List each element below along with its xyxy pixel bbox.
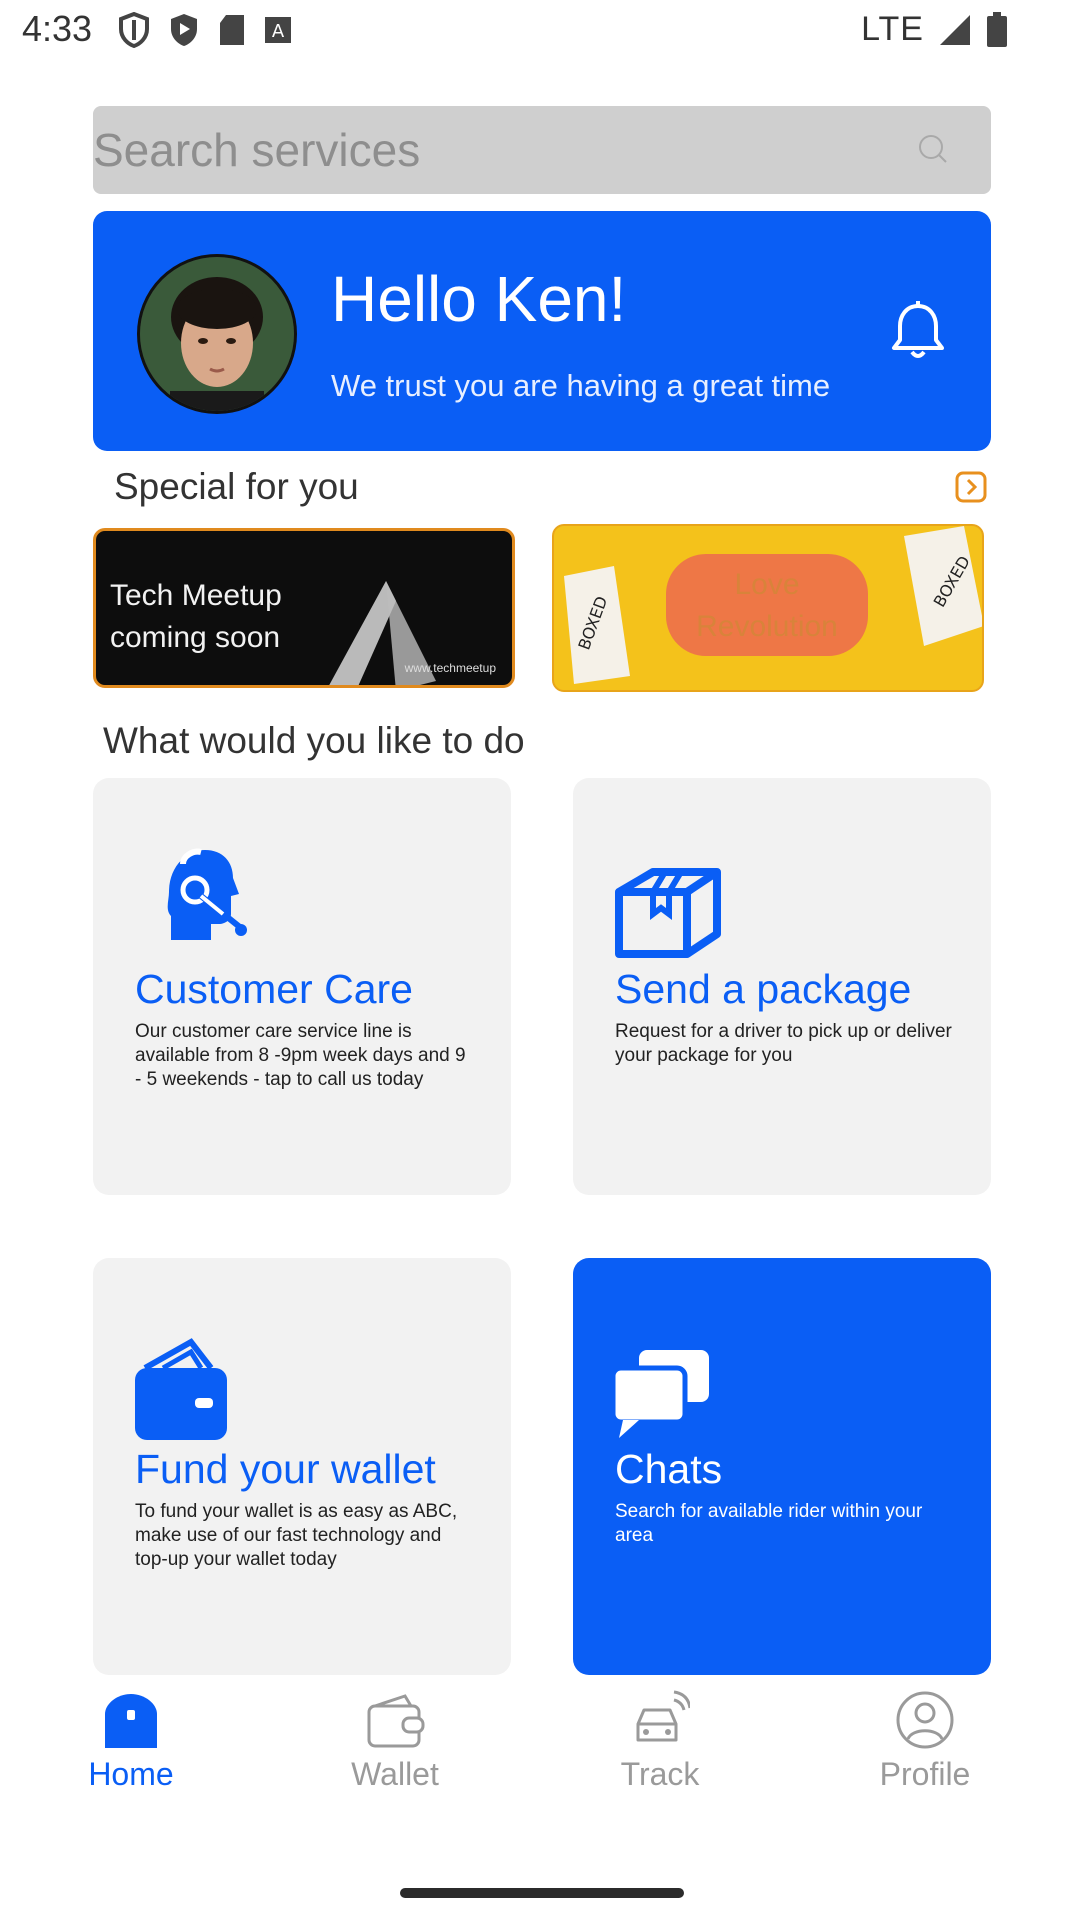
car-icon xyxy=(636,1690,690,1742)
signal-icon xyxy=(940,14,970,45)
home-indicator[interactable] xyxy=(400,1888,684,1898)
avatar[interactable] xyxy=(137,254,297,414)
nav-profile[interactable]: Profile xyxy=(825,1690,1025,1793)
play-shield-icon xyxy=(171,14,197,46)
send-package-description: Request for a driver to pick up or deliv… xyxy=(615,1021,952,1066)
fund-wallet-card[interactable]: Fund your wallet To fund your wallet is … xyxy=(93,1258,511,1675)
battery-icon xyxy=(987,11,1007,47)
send-package-card[interactable]: Send a package Request for a driver to p… xyxy=(573,778,991,1195)
chats-description: Search for available rider within your a… xyxy=(615,1501,923,1546)
chats-card[interactable]: Chats Search for available rider within … xyxy=(573,1258,991,1675)
profile-icon xyxy=(896,1691,954,1749)
nav-home-label: Home xyxy=(88,1756,174,1792)
promo-love-revolution-text: Love Revolution xyxy=(696,568,838,643)
fund-wallet-description: To fund your wallet is as easy as ABC, m… xyxy=(135,1501,458,1570)
nav-track[interactable]: Track xyxy=(560,1690,760,1793)
package-icon xyxy=(615,868,721,958)
keyboard-a-icon: A xyxy=(265,17,291,43)
chat-icon xyxy=(613,1350,709,1438)
nav-home[interactable]: Home xyxy=(31,1690,231,1793)
promo-tech-meetup-text: Tech Meetup coming soon xyxy=(110,579,282,654)
status-notification-icons: A xyxy=(118,12,292,48)
greeting-subtitle: We trust you are having a great time xyxy=(331,368,831,403)
chats-title: Chats xyxy=(615,1446,723,1492)
nav-profile-label: Profile xyxy=(879,1756,971,1792)
carton-left-image: BOXED xyxy=(564,566,630,684)
promo-love-revolution[interactable]: BOXED BOXED Love Revolution xyxy=(552,524,984,692)
special-section-title: Special for you xyxy=(114,466,359,507)
network-type: LTE xyxy=(861,10,924,48)
fund-wallet-title: Fund your wallet xyxy=(135,1446,436,1492)
nav-track-label: Track xyxy=(620,1756,700,1792)
headset-icon xyxy=(167,848,247,940)
send-package-title: Send a package xyxy=(615,966,912,1012)
search-input[interactable] xyxy=(93,106,893,194)
home-icon xyxy=(105,1694,157,1748)
shield-icon xyxy=(119,12,149,48)
todo-section-title: What would you like to do xyxy=(103,720,525,761)
sd-card-icon xyxy=(220,15,244,45)
nav-wallet[interactable]: Wallet xyxy=(295,1690,495,1793)
carton-right-image: BOXED xyxy=(904,526,982,646)
greeting-title: Hello Ken! xyxy=(331,263,627,335)
promo-tech-meetup[interactable]: Tech Meetup coming soon www.techmeetup xyxy=(93,528,515,688)
status-time: 4:33 xyxy=(22,8,93,49)
promo-tech-meetup-url: www.techmeetup xyxy=(404,661,496,675)
bell-icon[interactable] xyxy=(890,300,946,362)
see-all-arrow-icon[interactable] xyxy=(955,471,987,503)
search-icon[interactable] xyxy=(918,134,948,164)
nav-wallet-label: Wallet xyxy=(351,1756,439,1792)
wallet-icon xyxy=(367,1694,425,1748)
customer-care-description: Our customer care service line is availa… xyxy=(135,1021,466,1090)
customer-care-title: Customer Care xyxy=(135,966,413,1012)
status-system-icons: LTE xyxy=(861,10,1008,49)
wallet-icon xyxy=(135,1338,227,1440)
customer-care-card[interactable]: Customer Care Our customer care service … xyxy=(93,778,511,1195)
status-bar: 4:33 A LTE xyxy=(0,0,1080,62)
svg-text:A: A xyxy=(272,21,285,42)
